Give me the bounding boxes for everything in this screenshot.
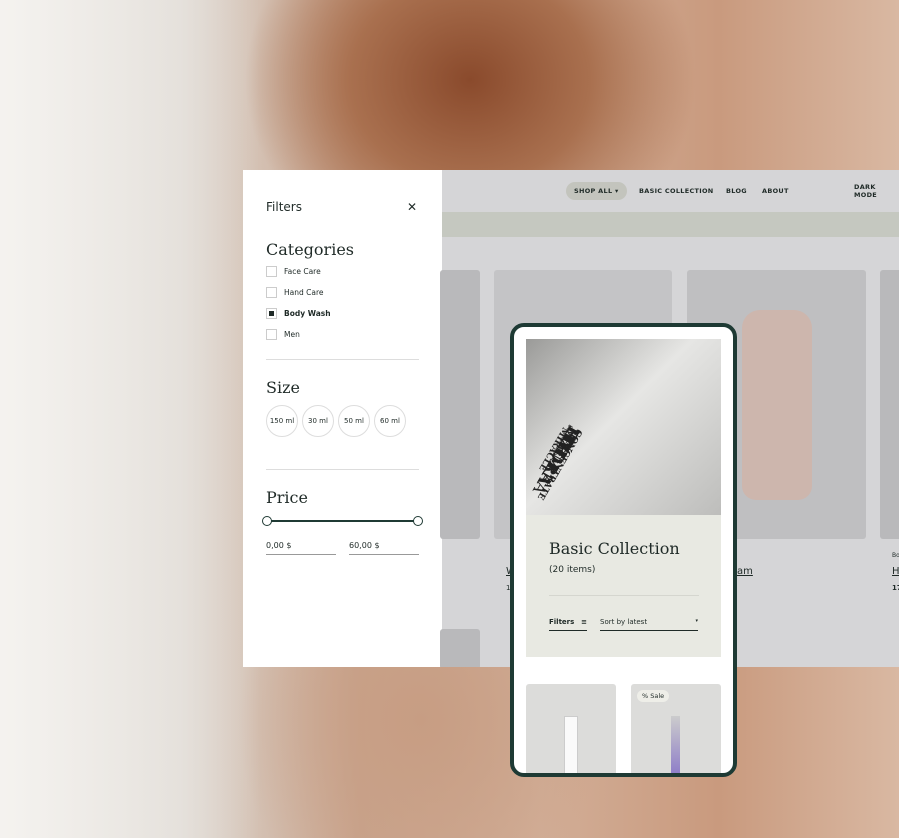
product-category: Bo xyxy=(892,552,899,559)
nav-about[interactable]: ABOUT xyxy=(762,187,789,195)
nav-shop-all[interactable]: SHOP ALL ▾ xyxy=(566,182,627,200)
nav-blog[interactable]: BLOG xyxy=(726,187,747,195)
product-card[interactable] xyxy=(526,684,616,773)
mobile-screen: MÁDARA organic skincare TIME MIRACLE HYD… xyxy=(510,323,737,777)
price-min-input[interactable]: 0,00 $ xyxy=(266,541,336,555)
filters-drawer: Filters ✕ Categories Face Care Hand Care… xyxy=(243,170,442,667)
checkbox-men[interactable]: Men xyxy=(266,329,300,340)
sort-select[interactable]: Sort by latest ▾ xyxy=(600,618,698,631)
filter-icon: ≡ xyxy=(581,618,587,626)
dark-mode-toggle[interactable]: DARK MODE xyxy=(854,183,899,199)
checkbox-label: Face Care xyxy=(284,267,321,276)
product-card[interactable] xyxy=(880,270,899,539)
banner-strip xyxy=(442,212,899,237)
checkbox-label: Men xyxy=(284,330,300,339)
product-tube-image xyxy=(564,716,578,773)
background-photo xyxy=(0,0,260,838)
slider-min-handle[interactable] xyxy=(262,516,272,526)
hero-image: MÁDARA organic skincare TIME MIRACLE HYD… xyxy=(526,339,721,515)
checkbox-label: Body Wash xyxy=(284,309,331,318)
product-bottle-image xyxy=(742,310,812,500)
item-count: (20 items) xyxy=(549,565,596,575)
size-option[interactable]: 60 ml xyxy=(374,405,406,437)
top-nav: SHOP ALL ▾ BASIC COLLECTION BLOG ABOUT D… xyxy=(442,170,899,212)
price-slider[interactable] xyxy=(262,516,423,526)
slider-max-handle[interactable] xyxy=(413,516,423,526)
checkbox-body-wash[interactable]: Body Wash xyxy=(266,308,331,319)
size-option[interactable]: 150 ml xyxy=(266,405,298,437)
size-option[interactable]: 50 ml xyxy=(338,405,370,437)
price-heading: Price xyxy=(266,488,308,507)
categories-heading: Categories xyxy=(266,240,354,259)
size-heading: Size xyxy=(266,378,300,397)
product-card[interactable] xyxy=(440,629,480,667)
collection-header: Basic Collection (20 items) Filters ≡ Sor… xyxy=(526,515,721,657)
size-option[interactable]: 30 ml xyxy=(302,405,334,437)
sale-badge: % Sale xyxy=(637,690,670,702)
close-icon[interactable]: ✕ xyxy=(407,200,417,214)
divider xyxy=(266,469,419,470)
divider xyxy=(266,359,419,360)
price-max-input[interactable]: 60,00 $ xyxy=(349,541,419,555)
checkbox-hand-care[interactable]: Hand Care xyxy=(266,287,324,298)
checkbox-label: Hand Care xyxy=(284,288,324,297)
divider xyxy=(549,595,699,596)
checkbox-face-care[interactable]: Face Care xyxy=(266,266,321,277)
product-title[interactable]: H xyxy=(892,566,899,577)
product-price: 17 xyxy=(892,584,899,592)
filters-button[interactable]: Filters ≡ xyxy=(549,618,587,631)
product-vial-image xyxy=(671,716,680,773)
nav-basic-collection[interactable]: BASIC COLLECTION xyxy=(639,187,714,195)
product-card[interactable]: % Sale xyxy=(631,684,721,773)
collection-title: Basic Collection xyxy=(549,539,680,558)
chevron-down-icon: ▾ xyxy=(695,618,698,624)
filters-title: Filters xyxy=(266,200,302,214)
product-title[interactable]: am xyxy=(737,566,753,577)
product-card[interactable] xyxy=(440,270,480,539)
